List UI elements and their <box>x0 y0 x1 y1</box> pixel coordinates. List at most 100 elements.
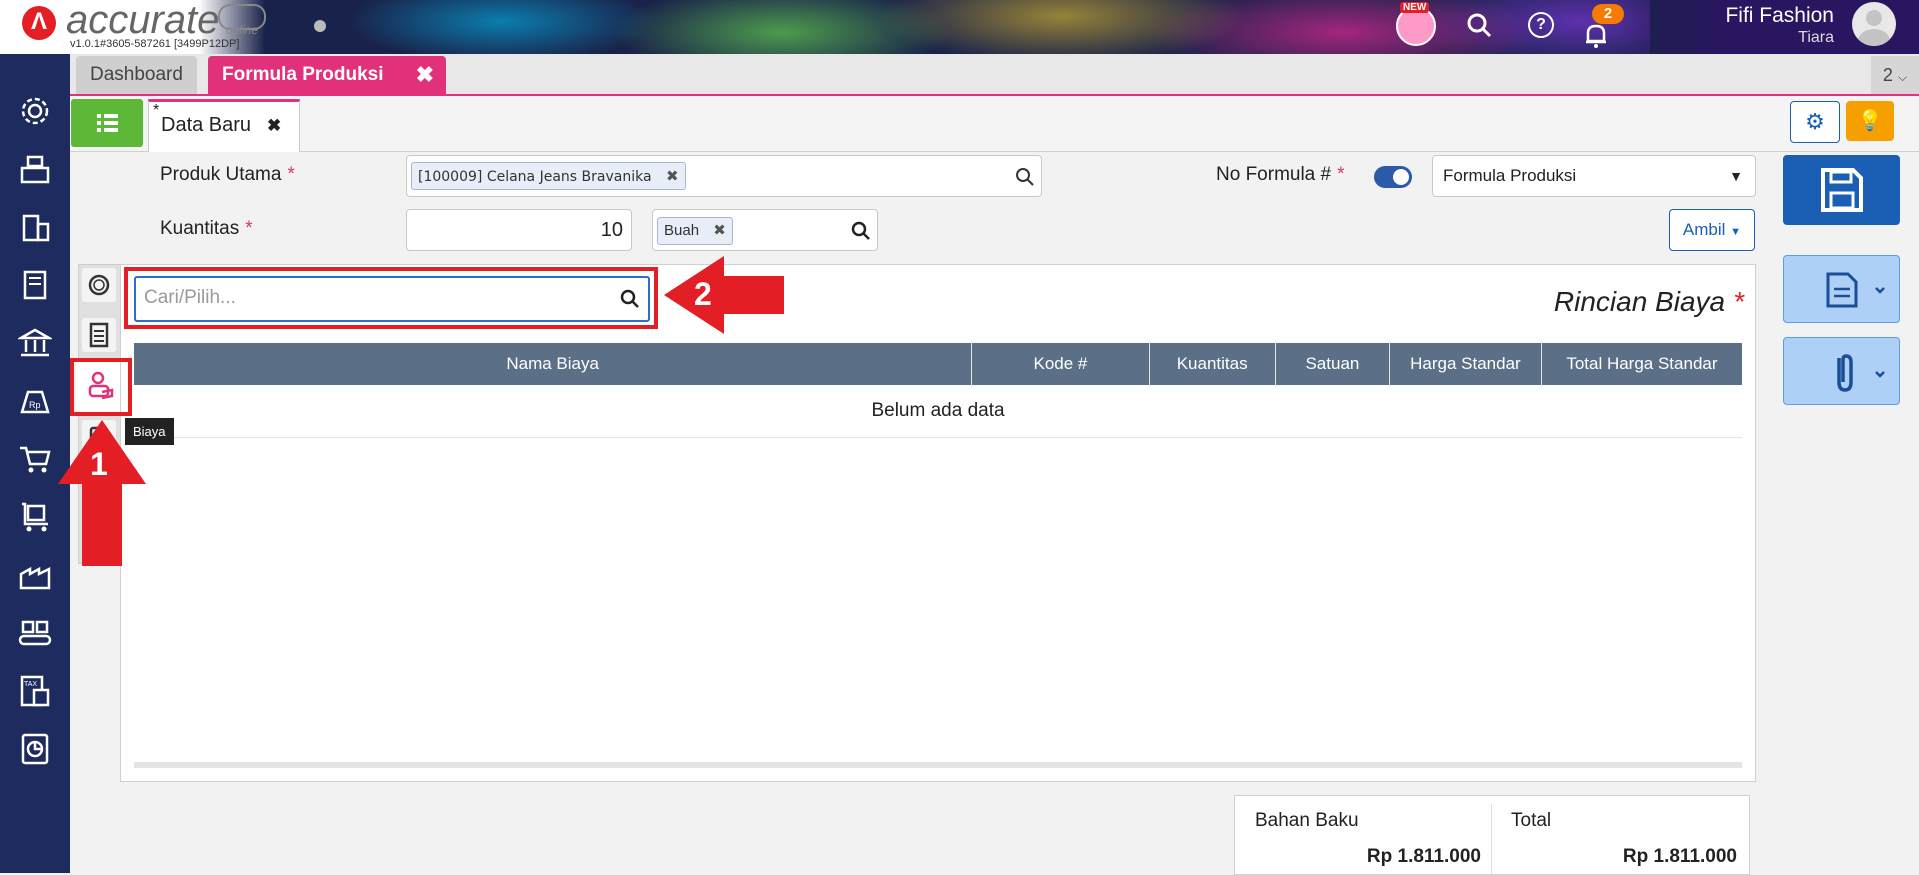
gear-icon: ⚙ <box>1805 109 1825 134</box>
tax-document-icon[interactable]: TAX <box>18 674 52 708</box>
required-mark: * <box>1733 286 1744 317</box>
tab-formula-produksi[interactable]: Formula Produksi ✖ <box>208 56 446 94</box>
col-kuantitas[interactable]: Kuantitas <box>1149 343 1276 385</box>
file-text-icon <box>1826 272 1885 308</box>
status-dot-icon <box>314 20 326 32</box>
kuantitas-input[interactable]: 10 <box>406 209 632 251</box>
kuantitas-label: Kuantitas * <box>160 218 253 240</box>
factory-icon[interactable] <box>18 558 52 592</box>
search-icon[interactable] <box>851 221 871 241</box>
avatar[interactable] <box>1852 2 1896 46</box>
circle-tab-icon <box>88 274 110 296</box>
close-tab-icon[interactable]: ✖ <box>416 56 434 94</box>
table-row: Belum ada data <box>134 385 1742 438</box>
totals-panel: Bahan Baku Rp 1.811.000 Total Rp 1.811.0… <box>1234 795 1750 875</box>
annotation-number-2: 2 <box>694 276 712 312</box>
formula-type-select[interactable]: Formula Produksi ▼ <box>1432 155 1756 197</box>
logo-sub-text: online <box>226 23 259 37</box>
required-mark: * <box>1337 164 1345 185</box>
satuan-field[interactable]: Buah ✖ <box>652 209 878 251</box>
subtab-data-baru[interactable]: * Data Baru ✖ <box>148 99 300 152</box>
empty-state-text: Belum ada data <box>134 385 1742 438</box>
annotation-number-1: 1 <box>90 446 108 482</box>
user-name: Tiara <box>1798 29 1834 46</box>
horizontal-scrollbar[interactable] <box>134 762 1742 768</box>
search-icon[interactable] <box>1466 12 1492 43</box>
search-icon[interactable] <box>1015 167 1035 187</box>
tab-dashboard[interactable]: Dashboard <box>76 56 197 94</box>
annotation-arrow-2 <box>662 254 786 341</box>
section-tab-bahan[interactable] <box>82 268 116 302</box>
panel-title: Rincian Biaya * <box>1440 286 1744 318</box>
remove-chip-icon[interactable]: ✖ <box>666 167 679 185</box>
save-button[interactable] <box>1783 155 1900 225</box>
new-badge: NEW <box>1400 2 1430 13</box>
list-icon <box>97 114 118 132</box>
accurate-logo-icon: Λ <box>22 6 56 40</box>
highlight-box-biaya-tab <box>70 358 132 416</box>
company-name[interactable]: Fifi Fashion <box>1600 4 1834 28</box>
logo-area[interactable]: Λ accurate online v1.0.1#3605-587261 [34… <box>0 0 266 54</box>
building-icon[interactable] <box>18 210 52 244</box>
ambil-button[interactable]: Ambil ▼ <box>1669 209 1755 251</box>
money-bag-icon[interactable]: Rp <box>18 384 52 418</box>
tips-button[interactable]: 💡 <box>1846 101 1894 141</box>
cost-table: Nama Biaya Kode # Kuantitas Satuan Harga… <box>134 343 1742 438</box>
produk-chip-text: [100009] Celana Jeans Bravanika <box>418 169 652 185</box>
document-actions-button[interactable] <box>1783 255 1900 323</box>
tab-formula-label: Formula Produksi <box>222 64 384 85</box>
paperclip-icon <box>1837 354 1885 392</box>
auto-number-toggle[interactable] <box>1374 166 1412 188</box>
table-header-row: Nama Biaya Kode # Kuantitas Satuan Harga… <box>134 343 1742 385</box>
tab-overflow-count: 2 <box>1882 65 1893 85</box>
no-formula-label: No Formula # * <box>1216 164 1345 186</box>
highlight-box-search <box>124 267 658 329</box>
save-icon <box>1821 168 1863 212</box>
chevron-down-icon: ⌵ <box>1897 70 1908 84</box>
unsaved-marker: * <box>153 102 160 119</box>
rincian-biaya-panel <box>120 264 1756 782</box>
col-total-harga[interactable]: Total Harga Standar <box>1541 343 1742 385</box>
cash-register-icon[interactable] <box>18 152 52 186</box>
total-value: Rp 1.811.000 <box>1622 846 1737 867</box>
close-subtab-icon[interactable]: ✖ <box>267 116 281 136</box>
help-icon[interactable]: ? <box>1528 12 1554 38</box>
lightbulb-icon: 💡 <box>1857 110 1883 132</box>
produk-utama-field[interactable]: [100009] Celana Jeans Bravanika ✖ <box>406 155 1042 197</box>
settings-icon[interactable] <box>18 94 52 128</box>
inventory-cart-icon[interactable] <box>18 500 52 534</box>
tab-dashboard-label: Dashboard <box>90 64 183 85</box>
bahan-baku-label: Bahan Baku <box>1255 810 1359 831</box>
svg-text:Rp: Rp <box>29 400 41 410</box>
col-nama-biaya[interactable]: Nama Biaya <box>134 343 973 385</box>
bank-icon[interactable] <box>16 326 54 360</box>
version-text: v1.0.1#3605-587261 [3499P12DP] <box>70 38 240 50</box>
total-label: Total <box>1511 810 1552 831</box>
shopping-cart-icon[interactable] <box>18 442 52 476</box>
panel-title-text: Rincian Biaya <box>1553 286 1726 317</box>
produk-utama-label: Produk Utama * <box>160 164 295 186</box>
required-mark: * <box>245 218 253 239</box>
remove-chip-icon[interactable]: ✖ <box>713 222 726 239</box>
required-mark: * <box>287 164 295 185</box>
attachment-button[interactable] <box>1783 337 1900 405</box>
col-kode[interactable]: Kode # <box>971 343 1150 385</box>
formula-select-value: Formula Produksi <box>1443 166 1577 185</box>
section-tab-document[interactable] <box>82 318 116 352</box>
ambil-label: Ambil <box>1682 220 1726 239</box>
settings-gear-button[interactable]: ⚙ <box>1790 101 1840 143</box>
list-view-button[interactable] <box>71 99 143 147</box>
subtab-label: Data Baru <box>161 114 252 136</box>
ledger-book-icon[interactable] <box>18 268 52 302</box>
kuantitas-value: 10 <box>600 219 623 241</box>
tab-overflow-dropdown[interactable]: 2 ⌵ <box>1871 56 1919 94</box>
logo-text: accurate <box>66 0 220 42</box>
svg-text:TAX: TAX <box>24 681 37 688</box>
satuan-chip: Buah ✖ <box>657 217 733 245</box>
col-harga-standar[interactable]: Harga Standar <box>1389 343 1542 385</box>
no-formula-text: No Formula # <box>1216 164 1332 185</box>
col-satuan[interactable]: Satuan <box>1275 343 1391 385</box>
conveyor-icon[interactable] <box>18 616 52 650</box>
annotation-arrow-1 <box>56 418 148 573</box>
report-chart-icon[interactable] <box>18 732 52 766</box>
